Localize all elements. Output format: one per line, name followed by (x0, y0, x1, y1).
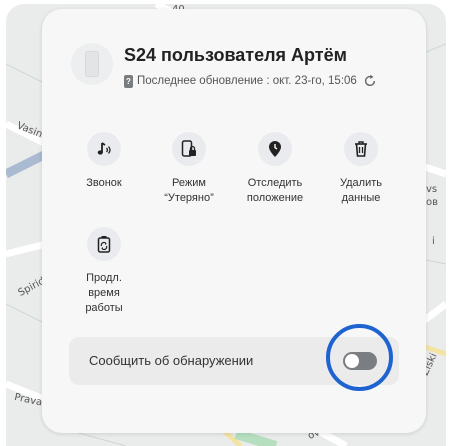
highlight-circle (326, 324, 393, 391)
erase-data-label: Удалить данные (340, 177, 382, 204)
extend-battery-label: Продл. время работы (85, 272, 123, 314)
last-update-text: Последнее обновление : окт. 23-го, 15:06 (137, 75, 357, 87)
map-label: ов (426, 197, 439, 208)
trash-icon (344, 132, 378, 166)
ring-label: Звонок (86, 177, 122, 189)
device-thumbnail (71, 43, 113, 85)
phone-icon (85, 51, 99, 77)
lost-mode-button[interactable]: Режим “Утеряно” (143, 132, 235, 206)
device-name: S24 пользователя Артём (124, 45, 347, 65)
track-location-button[interactable]: Отследить положение (229, 132, 321, 206)
map-label: i (432, 236, 435, 247)
track-location-label: Отследить положение (246, 177, 304, 204)
battery-recycle-icon (87, 227, 121, 261)
location-pin-icon (258, 132, 292, 166)
notify-when-found-label: Сообщить об обнаружении (89, 353, 254, 368)
phone-status-icon: ? (124, 74, 133, 88)
refresh-icon[interactable] (363, 74, 377, 88)
last-update-row: ? Последнее обновление : окт. 23-го, 15:… (124, 73, 377, 89)
extend-battery-button[interactable]: Продл. время работы (58, 227, 150, 316)
erase-data-button[interactable]: Удалить данные (315, 132, 407, 206)
map-label: vs (426, 184, 438, 195)
music-note-icon (87, 132, 121, 166)
phone-lock-icon (172, 132, 206, 166)
ring-button[interactable]: Звонок (58, 132, 150, 191)
lost-mode-label: Режим “Утеряно” (164, 177, 214, 204)
